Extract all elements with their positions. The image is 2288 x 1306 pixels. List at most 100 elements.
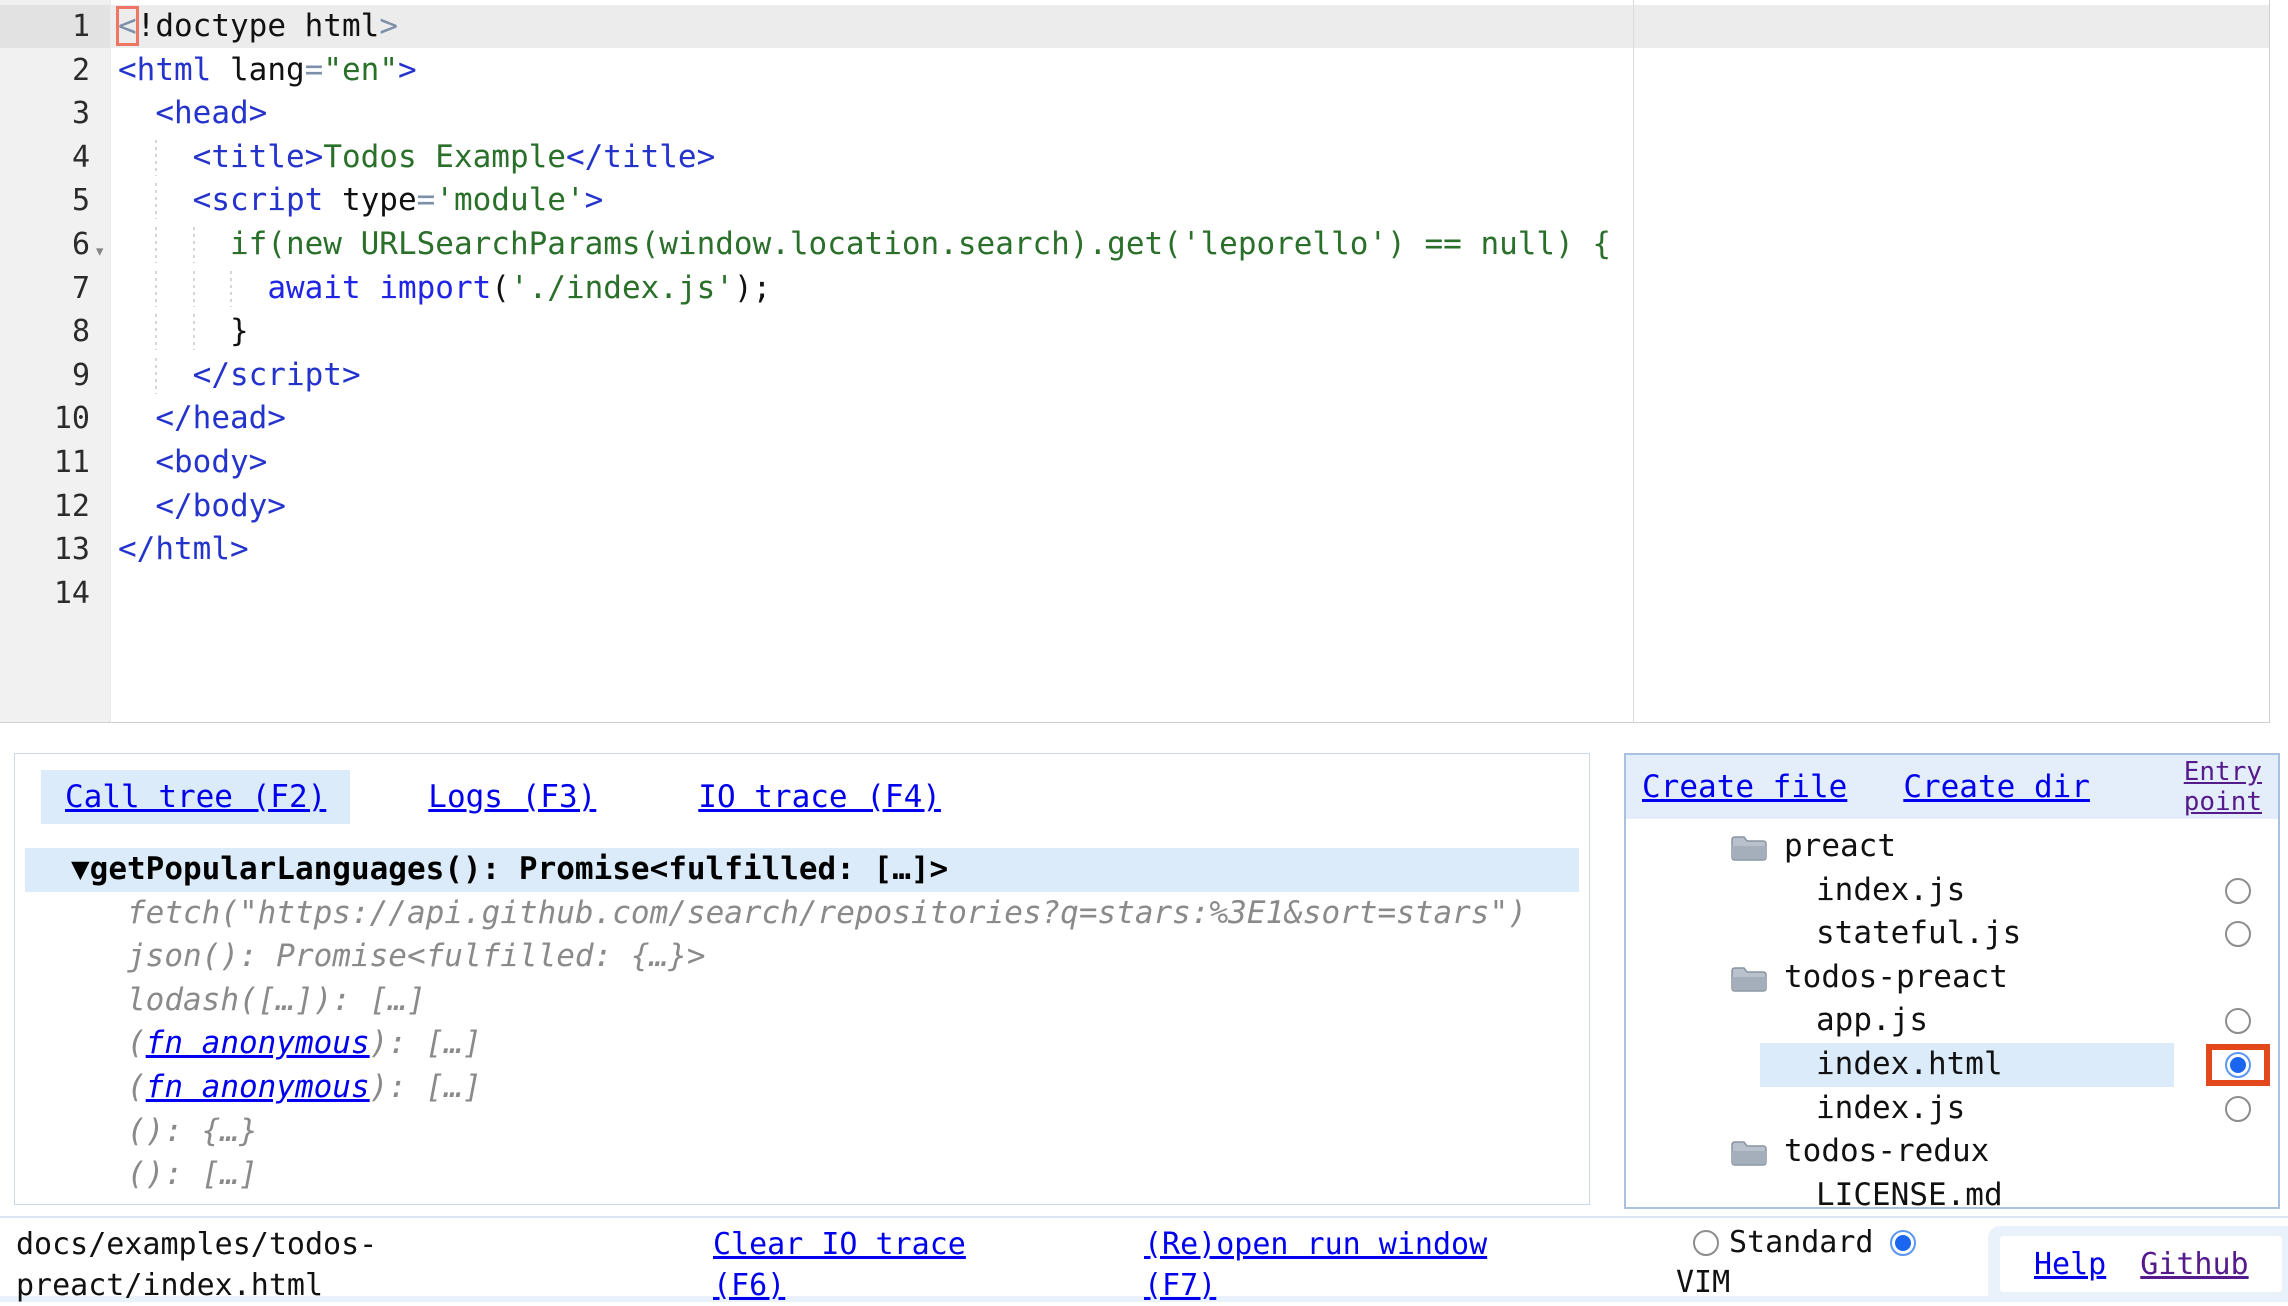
entry-radio[interactable]	[2225, 1008, 2251, 1034]
code-line[interactable]: 6▾ if(new URLSearchParams(window.locatio…	[0, 223, 2269, 267]
code-text: </body>	[118, 485, 286, 529]
panel-tabs: Call tree (F2) Logs (F3) IO trace (F4)	[15, 754, 1589, 824]
code-line[interactable]: 4 <title>Todos Example</title>	[0, 136, 2269, 180]
code-line[interactable]: 1 <!doctype html>	[0, 5, 2269, 49]
code-line[interactable]: 3 <head>	[0, 92, 2269, 136]
code-text: <!doctype html>	[118, 5, 398, 49]
call-tree-row[interactable]: (fn anonymous): […]	[15, 1066, 1589, 1110]
file-name: stateful.js	[1816, 915, 2021, 951]
reopen-run-window-link[interactable]: (Re)open run window (F7)	[1144, 1224, 1505, 1306]
line-number: 10	[0, 397, 90, 441]
call-tree-row[interactable]: (): {…}	[15, 1110, 1589, 1154]
github-link[interactable]: Github	[2140, 1247, 2248, 1282]
code-text: <head>	[118, 92, 267, 136]
folder-icon	[1730, 832, 1768, 862]
entry-radio[interactable]	[2225, 878, 2251, 904]
code-token: !doctype html	[137, 8, 380, 44]
file-browser-header: Create file Create dir Entry point	[1626, 755, 2278, 819]
help-link[interactable]: Help	[2034, 1247, 2106, 1282]
code-text: </head>	[118, 397, 286, 441]
indent-guide-icon	[193, 227, 195, 263]
clear-io-trace-link[interactable]: Clear IO trace (F6)	[713, 1224, 984, 1306]
file-row[interactable]: stateful.js	[1626, 912, 2278, 956]
file-row[interactable]: LICENSE.md	[1626, 1174, 2278, 1209]
call-tree-fn-link[interactable]: fn anonymous	[146, 1200, 370, 1205]
code-token: </html>	[118, 531, 249, 567]
status-bar: docs/examples/todos-preact/index.html Cl…	[0, 1216, 2288, 1302]
code-text: </html>	[118, 528, 249, 572]
file-row[interactable]: app.js	[1626, 999, 2278, 1043]
call-tree-row[interactable]: json(): Promise<fulfilled: {…}>	[15, 935, 1589, 979]
code-token: </head>	[155, 400, 286, 436]
code-line[interactable]: 12 </body>	[0, 485, 2269, 529]
code-text: await import('./index.js');	[118, 267, 771, 311]
line-number: 7	[0, 267, 90, 311]
code-token: type	[342, 182, 417, 218]
call-tree-fn-link[interactable]: fn anonymous	[146, 1069, 370, 1105]
file-row[interactable]: index.js	[1626, 869, 2278, 913]
dir-row[interactable]: preact	[1626, 825, 2278, 869]
code-token: import	[379, 270, 491, 306]
entry-radio-slot	[2206, 913, 2270, 955]
code-editor[interactable]: 1 <!doctype html>2<html lang="en">3 <head…	[0, 0, 2270, 723]
call-tree-row[interactable]: (): […]	[15, 1153, 1589, 1197]
call-tree-row[interactable]: (fn anonymous): […]	[15, 1022, 1589, 1066]
call-tree-row[interactable]: ▼getPopularLanguages(): Promise<fulfille…	[25, 848, 1579, 892]
create-dir-link[interactable]: Create dir	[1903, 769, 2090, 805]
code-lines: 1 <!doctype html>2<html lang="en">3 <head…	[0, 5, 2269, 615]
line-number: 4	[0, 136, 90, 180]
code-text: if(new URLSearchParams(window.location.s…	[118, 223, 1611, 267]
call-tree-row[interactable]: fetch("https://api.github.com/search/rep…	[15, 892, 1589, 936]
entry-point-link[interactable]: Entry point	[2184, 757, 2262, 817]
code-token: Todos Example	[323, 139, 566, 175]
entry-radio[interactable]	[2225, 1052, 2251, 1078]
create-file-link[interactable]: Create file	[1642, 769, 1847, 805]
code-line[interactable]: 7 await import('./index.js');	[0, 267, 2269, 311]
line-number: 14	[0, 572, 90, 616]
code-line[interactable]: 13</html>	[0, 528, 2269, 572]
code-line[interactable]: 14	[0, 572, 2269, 616]
code-line[interactable]: 5 <script type='module'>	[0, 179, 2269, 223]
call-tree-row[interactable]: (fn anonymous): […]	[15, 1197, 1589, 1205]
code-token: </body>	[155, 488, 286, 524]
line-number: 9	[0, 354, 90, 398]
code-token: './index.js'	[510, 270, 734, 306]
call-tree-row[interactable]: lodash([…]): […]	[15, 979, 1589, 1023]
code-line[interactable]: 11 <body>	[0, 441, 2269, 485]
code-line[interactable]: 8 }	[0, 310, 2269, 354]
tab-logs-f3-[interactable]: Logs (F3)	[404, 770, 620, 824]
entry-point-marker	[2206, 1044, 2270, 1086]
line-number: 1	[0, 5, 90, 49]
file-row[interactable]: index.html	[1626, 1043, 2278, 1087]
keybinding-standard-label: Standard	[1729, 1223, 1874, 1263]
file-row[interactable]: index.js	[1626, 1087, 2278, 1131]
tab-io-trace-f4-[interactable]: IO trace (F4)	[674, 770, 965, 824]
entry-radio[interactable]	[2225, 1096, 2251, 1122]
dir-row[interactable]: todos-preact	[1626, 956, 2278, 1000]
code-line[interactable]: 10 </head>	[0, 397, 2269, 441]
code-token: <html	[118, 52, 211, 88]
entry-radio-slot	[2206, 870, 2270, 912]
code-line[interactable]: 2<html lang="en">	[0, 49, 2269, 93]
line-number: 12	[0, 485, 90, 529]
code-token: (	[491, 270, 510, 306]
call-tree: ▼getPopularLanguages(): Promise<fulfille…	[15, 848, 1589, 1205]
entry-radio-slot	[2206, 1088, 2270, 1130]
folder-icon	[1730, 963, 1768, 993]
keybinding-standard-radio[interactable]	[1693, 1230, 1719, 1256]
code-token: =	[417, 182, 436, 218]
tab-call-tree-f2-[interactable]: Call tree (F2)	[41, 770, 350, 824]
keybinding-vim-radio[interactable]	[1890, 1230, 1916, 1256]
dir-row[interactable]: todos-redux	[1626, 1130, 2278, 1174]
entry-radio[interactable]	[2225, 921, 2251, 947]
keybinding-row: Standard	[1693, 1223, 1926, 1263]
line-number: 3	[0, 92, 90, 136]
call-tree-panel: Call tree (F2) Logs (F3) IO trace (F4) ▼ge…	[14, 753, 1590, 1205]
code-line[interactable]: 9 </script>	[0, 354, 2269, 398]
code-token: );	[734, 270, 771, 306]
keybinding-switcher: Standard VIM	[1676, 1223, 1926, 1303]
code-token: =	[305, 52, 324, 88]
indent-guide-icon	[155, 227, 157, 263]
file-name: preact	[1784, 828, 1896, 864]
call-tree-fn-link[interactable]: fn anonymous	[146, 1025, 370, 1061]
